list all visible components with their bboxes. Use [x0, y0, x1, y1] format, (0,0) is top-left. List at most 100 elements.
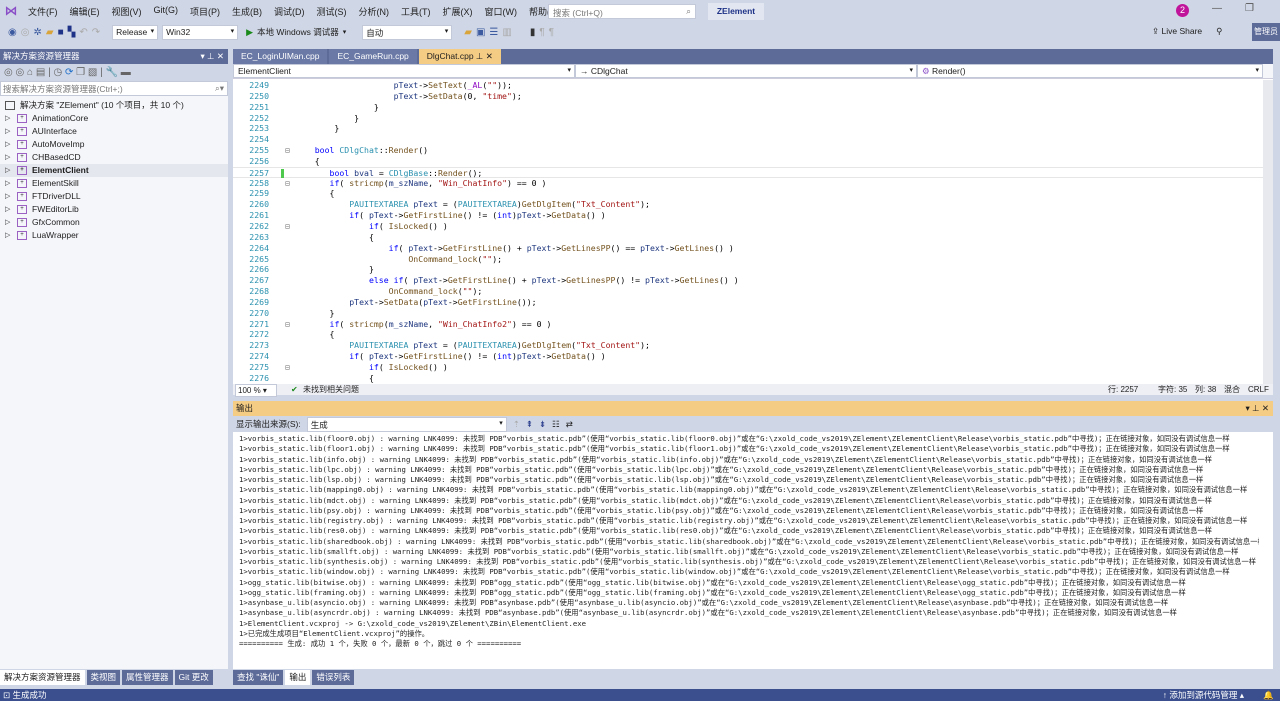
properties-wrench-icon[interactable]: 🔧 [106, 67, 118, 78]
prev-bookmark-icon[interactable]: ¶ [539, 27, 544, 38]
comment-icon[interactable]: ▥ [502, 27, 511, 38]
collapse-icon[interactable]: ❐ [76, 67, 85, 78]
line-ending[interactable]: CRLF [1248, 384, 1269, 395]
find-in-files-icon[interactable]: ▰ [464, 27, 472, 38]
show-all-icon[interactable]: ▧ [88, 67, 97, 78]
vertical-scrollbar[interactable] [1263, 80, 1273, 384]
new-item-icon[interactable]: ✲ [33, 27, 41, 38]
open-folder-icon[interactable]: ▰ [46, 27, 54, 38]
output-source-select[interactable]: 生成 ▾ [306, 416, 507, 432]
project-item[interactable]: ▷ + AutoMoveImp [0, 138, 228, 151]
menu-item[interactable]: 扩展(X) [437, 5, 479, 18]
menu-item[interactable]: 工具(T) [395, 5, 437, 18]
refresh-icon[interactable]: ⟳ [65, 67, 73, 78]
issues-status[interactable]: 未找到相关问题 [303, 384, 359, 395]
bottom-tab[interactable]: 属性管理器 [122, 670, 173, 685]
menu-item[interactable]: Git(G) [148, 5, 185, 18]
code-area[interactable]: 2249 pText -> SetText(_AL("")); 2250 pText -… [233, 80, 1263, 384]
expand-arrow-icon[interactable]: ▷ [5, 112, 17, 125]
restore-button[interactable]: ❐ [1245, 3, 1254, 14]
save-all-icon[interactable]: ▚ [68, 27, 76, 38]
switch-views-icon[interactable]: ▤ [36, 67, 45, 78]
project-item[interactable]: ▷ + AnimationCore [0, 112, 228, 125]
next-message-icon[interactable]: ⇟ [539, 419, 546, 430]
preview-icon[interactable]: ▬ [121, 67, 131, 78]
menu-item[interactable]: 测试(S) [311, 5, 353, 18]
menu-item[interactable]: 视图(V) [106, 5, 148, 18]
prev-message-icon[interactable]: ⇞ [526, 419, 533, 430]
solution-search-input[interactable]: 搜索解决方案资源管理器(Ctrl+;) ⌕▾ [0, 81, 228, 96]
minimize-button[interactable]: — [1212, 3, 1222, 14]
output-text[interactable]: 1>vorbis_static.lib(floor0.obj) : warnin… [239, 434, 1259, 664]
expand-arrow-icon[interactable]: ▷ [5, 151, 17, 164]
word-wrap-icon[interactable]: ⇄ [566, 419, 573, 430]
bottom-tab[interactable]: Git 更改 [174, 670, 213, 685]
menu-item[interactable]: 窗口(W) [479, 5, 524, 18]
collapse-icon[interactable]: ⊟ [285, 145, 290, 156]
notification-badge[interactable]: 2 [1176, 4, 1189, 17]
class-dropdown[interactable]: → CDlgChat ▾ [575, 64, 917, 78]
project-item[interactable]: ▷ + FWEditorLib [0, 203, 228, 216]
next-bookmark-icon[interactable]: ¶ [549, 27, 554, 38]
bottom-tab[interactable]: 解决方案资源管理器 [0, 670, 85, 685]
start-debugger-button[interactable]: 本地 Windows 调试器 [257, 26, 339, 38]
collapse-icon[interactable]: ⊟ [285, 178, 290, 189]
expand-arrow-icon[interactable]: ▷ [5, 125, 17, 138]
home-icon[interactable]: ⌂ [27, 67, 33, 78]
collapse-icon[interactable]: ⊟ [285, 362, 290, 373]
member-dropdown[interactable]: ⚙ Render() ▾ [917, 64, 1263, 78]
expand-arrow-icon[interactable]: ▷ [5, 216, 17, 229]
menu-item[interactable]: 编辑(E) [64, 5, 106, 18]
expand-arrow-icon[interactable]: ▷ [5, 203, 17, 216]
expand-arrow-icon[interactable]: ▷ [5, 138, 17, 151]
expand-arrow-icon[interactable]: ▷ [5, 190, 17, 203]
bottom-tab[interactable]: 错误列表 [312, 670, 355, 685]
platform-select[interactable]: Win32 ▾ [162, 24, 239, 40]
play-icon[interactable]: ▶ [246, 27, 253, 38]
clear-all-icon[interactable]: ☷ [552, 419, 560, 430]
undo-icon[interactable]: ↶ [79, 27, 87, 38]
whitespace-mode[interactable]: 混合 [1224, 384, 1240, 395]
project-item[interactable]: ▷ + GfxCommon [0, 216, 228, 229]
back-icon[interactable]: ◎ [4, 67, 13, 78]
bottom-tab[interactable]: 输出 [285, 670, 311, 685]
project-item[interactable]: ▷ + AUInterface [0, 125, 228, 138]
redo-icon[interactable]: ↷ [92, 27, 100, 38]
close-icon[interactable]: ⊥ ✕ [474, 51, 493, 61]
project-item[interactable]: ▷ + LuaWrapper [0, 229, 228, 242]
run-mode-select[interactable]: 自动 ▾ [362, 24, 453, 40]
bottom-tab[interactable]: 类视图 [86, 670, 121, 685]
configuration-select[interactable]: Release ▾ [112, 24, 159, 40]
pin-close-icons[interactable]: ▾ ⊥ ✕ [200, 49, 224, 64]
bottom-tab[interactable]: 查找 "诛仙" [233, 670, 284, 685]
editor-tab[interactable]: DlgChat.cpp ⊥ ✕ [418, 49, 501, 64]
expand-arrow-icon[interactable]: ▷ [5, 229, 17, 242]
editor-tab[interactable]: EC_GameRun.cpp [329, 49, 417, 64]
project-item[interactable]: ▷ + ElementClient [0, 164, 228, 177]
back-icon[interactable]: ◉ [8, 27, 17, 38]
history-icon[interactable]: ◷ [53, 67, 62, 78]
solution-root[interactable]: 解决方案 "ZElement" (10 个项目，共 10 个) [0, 99, 228, 112]
indent-icon[interactable]: ☰ [489, 27, 498, 38]
collapse-icon[interactable]: ⊟ [285, 319, 290, 330]
expand-arrow-icon[interactable]: ▷ [5, 177, 17, 190]
editor-tab[interactable]: EC_LoginUIMan.cpp [233, 49, 328, 64]
chevron-down-icon[interactable]: ▾ [343, 28, 347, 36]
feedback-icon[interactable]: ⚲ [1216, 26, 1222, 36]
expand-arrow-icon[interactable]: ▷ [5, 164, 17, 177]
notifications-icon[interactable]: 🔔 [1263, 689, 1274, 701]
save-icon[interactable]: ■ [58, 27, 64, 38]
pin-close-icons[interactable]: ▾ ⊥ ✕ [1245, 401, 1269, 416]
forward-icon[interactable]: ◎ [21, 27, 30, 38]
find-message-icon[interactable]: ⇡ [513, 419, 520, 430]
menu-item[interactable]: 调试(D) [268, 5, 311, 18]
collapse-icon[interactable]: ⊟ [285, 221, 290, 232]
source-control-button[interactable]: ↑ 添加到源代码管理 ▴ [1163, 689, 1244, 701]
menu-item[interactable]: 项目(P) [184, 5, 226, 18]
menu-item[interactable]: 生成(B) [226, 5, 268, 18]
project-item[interactable]: ▷ + CHBasedCD [0, 151, 228, 164]
project-item[interactable]: ▷ + ElementSkill [0, 177, 228, 190]
admin-button[interactable]: 管理员 [1252, 23, 1280, 41]
live-share-button[interactable]: ⇪ Live Share ⚲ [1152, 26, 1222, 37]
project-dropdown[interactable]: ElementClient ▾ [233, 64, 575, 78]
